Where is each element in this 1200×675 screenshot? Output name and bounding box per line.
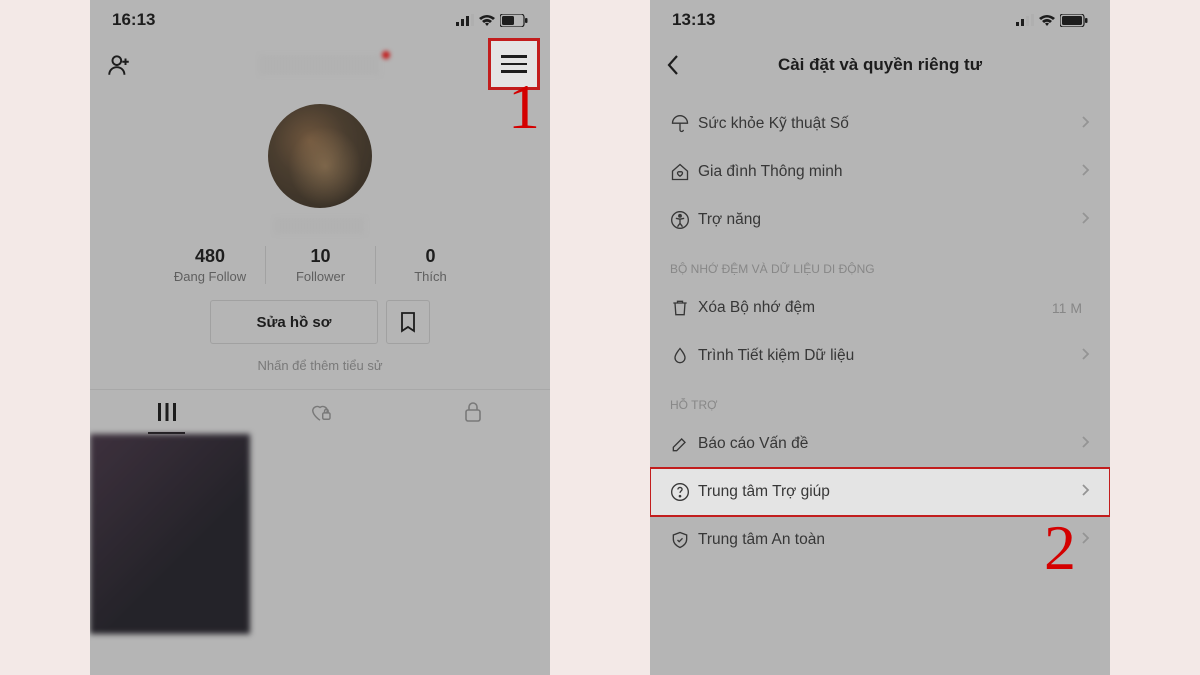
row-label: Trung tâm Trợ giúp <box>698 483 1081 501</box>
settings-title: Cài đặt và quyền riêng tư <box>650 55 1110 75</box>
chevron-right-icon <box>1081 435 1090 454</box>
row-label: Xóa Bộ nhớ đệm <box>698 299 1052 317</box>
row-digital-wellbeing[interactable]: Sức khỏe Kỹ thuật Số <box>650 100 1110 148</box>
lock-icon <box>464 402 482 422</box>
avatar[interactable] <box>268 104 372 208</box>
battery-icon <box>1060 14 1088 27</box>
followers-stat[interactable]: 10 Follower <box>265 246 375 284</box>
status-bar: 13:13 <box>650 0 1110 40</box>
chevron-right-icon <box>1081 211 1090 230</box>
following-stat[interactable]: 480 Đang Follow <box>155 246 265 284</box>
row-label: Báo cáo Vấn đề <box>698 435 1081 453</box>
profile-screen: 16:13 480 Đang Follow 10 Follower 0 <box>90 0 550 675</box>
question-circle-icon <box>670 482 698 502</box>
status-icons <box>456 14 528 27</box>
row-label: Sức khỏe Kỹ thuật Số <box>698 115 1081 133</box>
bio-hint[interactable]: Nhấn để thêm tiểu sử <box>90 358 550 373</box>
followers-count: 10 <box>266 246 375 267</box>
username-blurred <box>260 55 380 75</box>
row-safety-center[interactable]: Trung tâm An toàn <box>650 516 1110 564</box>
tab-posts[interactable] <box>90 390 243 434</box>
umbrella-icon <box>670 114 698 134</box>
following-label: Đang Follow <box>155 269 265 284</box>
pencil-icon <box>670 434 698 454</box>
row-report-problem[interactable]: Báo cáo Vấn đề <box>650 420 1110 468</box>
status-time: 13:13 <box>672 10 715 30</box>
tab-liked[interactable] <box>243 390 396 434</box>
row-label: Trình Tiết kiệm Dữ liệu <box>698 347 1081 365</box>
chevron-right-icon <box>1081 163 1090 182</box>
row-label: Gia đình Thông minh <box>698 163 1081 181</box>
bookmark-button[interactable] <box>386 300 430 344</box>
feed-grid-icon <box>157 402 177 422</box>
cellular-icon <box>456 14 474 26</box>
followers-label: Follower <box>266 269 375 284</box>
status-bar: 16:13 <box>90 0 550 40</box>
wifi-icon <box>478 14 496 27</box>
battery-icon <box>500 14 528 27</box>
likes-count: 0 <box>376 246 485 267</box>
accessibility-icon <box>670 210 698 230</box>
chevron-right-icon <box>1081 483 1090 502</box>
bookmark-icon <box>399 311 417 333</box>
row-label: Trung tâm An toàn <box>698 531 1081 549</box>
row-help-center[interactable]: Trung tâm Trợ giúp <box>650 468 1110 516</box>
cellular-icon <box>1016 14 1034 26</box>
chevron-right-icon <box>1081 115 1090 134</box>
profile-tabs <box>90 389 550 434</box>
status-time: 16:13 <box>112 10 155 30</box>
settings-top-nav: Cài đặt và quyền riêng tư <box>650 40 1110 90</box>
chevron-right-icon <box>1081 347 1090 366</box>
notification-dot-icon <box>382 51 390 59</box>
profile-actions: Sửa hồ sơ <box>90 300 550 344</box>
likes-stat[interactable]: 0 Thích <box>375 246 485 284</box>
chevron-right-icon <box>1081 531 1090 550</box>
tab-private[interactable] <box>397 390 550 434</box>
section-cache: BỘ NHỚ ĐỆM VÀ DỮ LIỆU DI ĐỘNG <box>650 244 1110 284</box>
profile-stats: 480 Đang Follow 10 Follower 0 Thích <box>90 246 550 284</box>
heart-lock-icon <box>309 402 331 422</box>
shield-check-icon <box>670 530 698 550</box>
row-clear-cache[interactable]: Xóa Bộ nhớ đệm 11 M <box>650 284 1110 332</box>
profile-top-nav <box>90 40 550 90</box>
menu-button[interactable] <box>488 38 540 90</box>
drop-icon <box>670 346 698 366</box>
row-label: Trợ năng <box>698 211 1081 229</box>
trash-icon <box>670 298 698 318</box>
video-thumbnail[interactable] <box>90 434 250 634</box>
settings-screen: 13:13 Cài đặt và quyền riêng tư Sức khỏe… <box>650 0 1110 675</box>
row-family-pairing[interactable]: Gia đình Thông minh <box>650 148 1110 196</box>
edit-profile-button[interactable]: Sửa hồ sơ <box>210 300 379 344</box>
following-count: 480 <box>155 246 265 267</box>
handle-blurred <box>275 218 365 234</box>
home-heart-icon <box>670 162 698 182</box>
likes-label: Thích <box>376 269 485 284</box>
cache-size: 11 M <box>1052 300 1082 316</box>
hamburger-icon <box>501 50 527 78</box>
status-icons <box>1016 14 1088 27</box>
wifi-icon <box>1038 14 1056 27</box>
row-data-saver[interactable]: Trình Tiết kiệm Dữ liệu <box>650 332 1110 380</box>
row-accessibility[interactable]: Trợ năng <box>650 196 1110 244</box>
section-support: HỖ TRỢ <box>650 380 1110 420</box>
